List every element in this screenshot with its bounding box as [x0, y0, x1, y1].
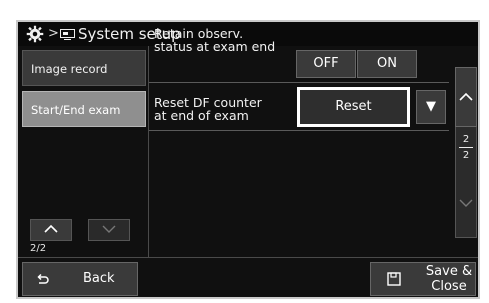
dropdown-arrow-icon: ▼ [426, 99, 436, 114]
scroll-up-button[interactable] [455, 67, 477, 127]
reset-df-value-select[interactable]: Reset [297, 87, 410, 127]
fraction-bar [459, 147, 473, 148]
sidebar-item-image-record[interactable]: Image record [22, 50, 146, 86]
sidebar-page-up-button[interactable] [30, 219, 72, 241]
save-icon [387, 272, 401, 286]
bottom-divider [18, 257, 478, 258]
retain-on-button[interactable]: ON [357, 50, 417, 78]
chevron-up-icon [459, 92, 473, 101]
save-close-label: Save & Close [423, 264, 475, 294]
reset-df-counter-label: Reset DF counter at end of exam [154, 96, 262, 122]
breadcrumb-separator: > [48, 26, 59, 41]
save-close-button[interactable]: Save & Close [370, 262, 476, 296]
sidebar-item-start-end-exam[interactable]: Start/End exam [22, 91, 146, 127]
reset-df-label-line2: at end of exam [154, 108, 249, 123]
save-close-label-line2: Close [431, 279, 467, 294]
panel-separator [148, 46, 149, 257]
sidebar: Image record Start/End exam 2/2 [18, 46, 148, 257]
row-divider [149, 82, 449, 83]
sidebar-page-down-button[interactable] [88, 219, 130, 241]
scroll-page-total: 2 [462, 150, 470, 161]
monitor-icon [60, 29, 75, 40]
scroll-page-current: 2 [462, 134, 470, 145]
retain-status-label-line2: status at exam end [154, 39, 276, 54]
chevron-down-icon [459, 199, 473, 207]
back-button-label: Back [83, 271, 115, 286]
row-divider [149, 130, 449, 131]
gear-icon [26, 25, 44, 43]
reset-df-dropdown-button[interactable]: ▼ [416, 90, 446, 124]
retain-status-label: Retain observ. status at exam end [154, 27, 275, 53]
retain-off-button[interactable]: OFF [296, 50, 356, 78]
back-arrow-icon [37, 273, 49, 284]
device-screen: > System setup Image record Start/End ex… [16, 20, 480, 299]
sidebar-page-indicator: 2/2 [30, 243, 47, 254]
scroll-down-button[interactable] [455, 174, 477, 234]
chevron-up-icon [44, 224, 58, 233]
save-close-label-line1: Save & [425, 264, 473, 279]
back-button[interactable]: Back [22, 262, 138, 296]
chevron-down-icon [102, 225, 116, 233]
